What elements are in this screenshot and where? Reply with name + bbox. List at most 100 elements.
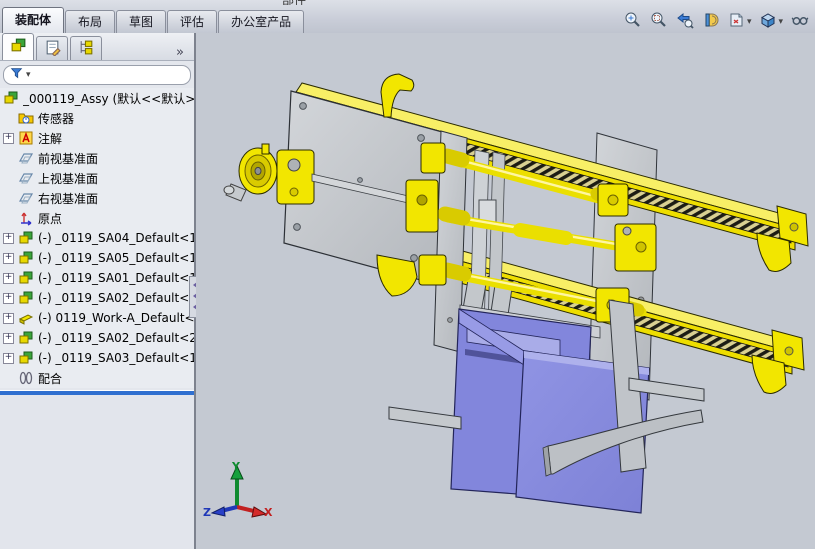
- expand-toggle[interactable]: +: [3, 333, 14, 344]
- mates-icon: [18, 370, 34, 386]
- ribbon-tab-5[interactable]: 办公室产品: [218, 10, 305, 33]
- zoom-to-area-icon: [650, 11, 668, 32]
- features-tree-icon: [10, 37, 27, 57]
- tree-item[interactable]: 配合: [0, 368, 194, 388]
- tree-item[interactable]: + (-) 0119_Work-A_Default<: [0, 308, 194, 328]
- tree-item-label: 前视基准面: [38, 151, 99, 166]
- zoom-to-fit-button[interactable]: [622, 10, 644, 32]
- property-manager-icon: [44, 39, 61, 59]
- apply-scene-icon: [728, 11, 746, 32]
- tree-item[interactable]: + 注解: [0, 128, 194, 148]
- ribbon-tab-2[interactable]: 布局: [65, 10, 116, 33]
- dropdown-arrow-icon[interactable]: ▾: [778, 16, 783, 27]
- tree-item[interactable]: + (-) _0119_SA03_Default<1: [0, 348, 194, 368]
- dropdown-arrow-icon[interactable]: ▾: [747, 16, 752, 27]
- plane-icon: [18, 170, 34, 186]
- previous-view-button[interactable]: [674, 10, 696, 32]
- panel-overflow-chevron[interactable]: »: [176, 45, 184, 60]
- tree-item[interactable]: + (-) _0119_SA05_Default<1: [0, 248, 194, 268]
- panel-tab-bar: »: [0, 33, 194, 61]
- tree-item[interactable]: + (-) _0119_SA02_Default<1: [0, 288, 194, 308]
- tree-item-label: (-) _0119_SA02_Default<2: [38, 331, 194, 345]
- zoom-to-fit-icon: [624, 11, 642, 32]
- clipped-toolbar-label: 部件: [282, 0, 306, 5]
- assembly-icon: [18, 350, 34, 366]
- ribbon-header: 部件 装配体布局草图评估办公室产品 ▾▾: [0, 0, 815, 34]
- expand-toggle[interactable]: +: [3, 233, 14, 244]
- property-manager-tab[interactable]: [36, 36, 68, 60]
- assembly-icon: [3, 90, 19, 106]
- tree-filter-input[interactable]: ▾: [3, 65, 191, 85]
- tree-item[interactable]: + (-) _0119_SA04_Default<1: [0, 228, 194, 248]
- assembly-icon: [18, 230, 34, 246]
- tree-item-label: (-) _0119_SA01_Default<1: [38, 271, 194, 285]
- previous-view-icon: [676, 11, 694, 32]
- tree-item-label: (-) _0119_SA02_Default<1: [38, 291, 194, 305]
- feature-tree: _000119_Assy (默认<<默认>_ 传感器 + 注解前视基准面上视基准面右视…: [0, 88, 194, 388]
- assembly-icon: [18, 330, 34, 346]
- model-bottom-clamp[interactable]: [376, 254, 418, 297]
- section-view-button[interactable]: [700, 10, 722, 32]
- solidworks-window: 部件 装配体布局草图评估办公室产品 ▾▾ » ▾ _000119_Assy (默…: [0, 0, 815, 549]
- tree-item-label: (-) _0119_SA03_Default<1: [38, 351, 194, 365]
- cad-scene: Y X Z: [203, 73, 809, 519]
- configuration-manager-tab[interactable]: [70, 36, 102, 60]
- apply-scene-button[interactable]: ▾: [726, 10, 754, 32]
- feature-manager-panel: » ▾ _000119_Assy (默认<<默认>_ 传感器 + 注解前视基准面上视基…: [0, 33, 196, 549]
- tree-item-label: 传感器: [38, 111, 75, 126]
- assembly-icon: [18, 270, 34, 286]
- plane-icon: [18, 190, 34, 206]
- reference-triad: Y X Z: [203, 460, 273, 519]
- expand-toggle[interactable]: +: [3, 353, 14, 364]
- tree-item-label: (-) _0119_SA04_Default<1: [38, 231, 194, 245]
- expand-toggle[interactable]: +: [3, 273, 14, 284]
- filter-funnel-icon: [10, 67, 23, 83]
- tree-item-label: 配合: [38, 371, 63, 386]
- graphics-viewport[interactable]: Y X Z: [196, 33, 815, 549]
- hide-show-items-icon: [791, 11, 809, 32]
- tree-item-label: 上视基准面: [38, 171, 99, 186]
- tree-item-label: (-) _0119_SA05_Default<1: [38, 251, 194, 265]
- tree-item[interactable]: 右视基准面: [0, 188, 194, 208]
- ribbon-tab-bar: 装配体 布局 草图 评估 办公室产品: [2, 7, 305, 33]
- tree-item[interactable]: _000119_Assy (默认<<默认>_: [0, 88, 194, 108]
- tree-item[interactable]: + (-) _0119_SA02_Default<2: [0, 328, 194, 348]
- tree-item-label: 注解: [38, 131, 63, 146]
- tree-item[interactable]: 前视基准面: [0, 148, 194, 168]
- tree-item-label: 右视基准面: [38, 191, 99, 206]
- triad-y-label: Y: [231, 460, 241, 473]
- expand-toggle[interactable]: +: [3, 253, 14, 264]
- configuration-manager-icon: [78, 39, 95, 59]
- part-icon: [18, 310, 34, 326]
- tree-item[interactable]: + (-) _0119_SA01_Default<1: [0, 268, 194, 288]
- filter-dropdown-arrow[interactable]: ▾: [26, 70, 31, 80]
- zoom-to-area-button[interactable]: [648, 10, 670, 32]
- expand-toggle[interactable]: +: [3, 133, 14, 144]
- assembly-icon: [18, 290, 34, 306]
- tree-item[interactable]: 传感器: [0, 108, 194, 128]
- triad-z-label: Z: [203, 506, 211, 519]
- ribbon-tab-4[interactable]: 评估: [167, 10, 218, 33]
- ribbon-tab-1[interactable]: 装配体: [2, 7, 65, 33]
- tree-item-label: 原点: [38, 211, 63, 226]
- expand-toggle[interactable]: +: [3, 293, 14, 304]
- tree-item[interactable]: 上视基准面: [0, 168, 194, 188]
- tree-item[interactable]: 原点: [0, 208, 194, 228]
- features-tree-tab[interactable]: [2, 33, 34, 60]
- tree-item-label: (-) 0119_Work-A_Default<: [38, 311, 194, 325]
- annotation-icon: [18, 130, 34, 146]
- section-view-icon: [702, 11, 720, 32]
- model-handwheel[interactable]: [223, 143, 278, 202]
- tree-item-label: _000119_Assy (默认<<默认>_: [23, 91, 194, 106]
- plane-icon: [18, 150, 34, 166]
- headsup-view-toolbar: ▾ ▾: [622, 10, 811, 32]
- ribbon-tab-3[interactable]: 草图: [116, 10, 167, 33]
- assembly-icon: [18, 250, 34, 266]
- hide-show-items-button[interactable]: [789, 10, 811, 32]
- sensor-icon: [18, 110, 34, 126]
- model-left-bearing-block[interactable]: [276, 149, 315, 205]
- display-style-button[interactable]: ▾: [757, 10, 785, 32]
- expand-toggle[interactable]: +: [3, 313, 14, 324]
- origin-icon: [18, 210, 34, 226]
- display-style-icon: [759, 11, 777, 32]
